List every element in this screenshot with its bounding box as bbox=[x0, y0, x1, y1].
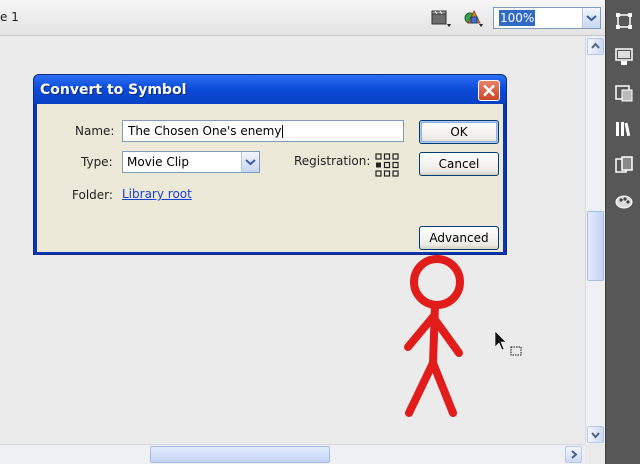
scroll-up-icon[interactable] bbox=[587, 38, 604, 55]
horizontal-scroll-thumb[interactable] bbox=[150, 446, 330, 463]
advanced-button[interactable]: Advanced bbox=[419, 226, 499, 250]
type-label: Type: bbox=[81, 155, 113, 169]
scrollbar-corner bbox=[585, 444, 605, 464]
registration-label: Registration: bbox=[294, 154, 371, 168]
edit-scene-icon[interactable] bbox=[430, 7, 452, 29]
panel-dock bbox=[605, 0, 640, 464]
cancel-button[interactable]: Cancel bbox=[419, 152, 499, 176]
scroll-down-icon[interactable] bbox=[587, 426, 604, 443]
align-icon[interactable] bbox=[613, 46, 635, 68]
swatches-icon[interactable] bbox=[613, 154, 635, 176]
ok-button[interactable]: OK bbox=[419, 120, 499, 144]
chevron-down-icon[interactable] bbox=[582, 8, 600, 28]
convert-to-symbol-dialog: Convert to Symbol Name: The Chosen One's… bbox=[33, 74, 507, 255]
zoom-select[interactable]: 100% bbox=[493, 7, 601, 29]
scroll-right-icon[interactable] bbox=[565, 446, 582, 463]
name-label: Name: bbox=[75, 124, 115, 138]
name-field-value: The Chosen One's enemy bbox=[128, 124, 282, 138]
edit-bar: e 1 100% bbox=[0, 0, 605, 36]
dialog-body: Name: The Chosen One's enemy Type: Movie… bbox=[37, 104, 503, 252]
registration-grid[interactable] bbox=[375, 153, 399, 177]
zoom-value: 100% bbox=[499, 10, 536, 26]
arrow-cursor-icon bbox=[494, 330, 522, 356]
type-select[interactable]: Movie Clip bbox=[122, 151, 260, 173]
scene-label[interactable]: e 1 bbox=[0, 10, 19, 24]
name-field[interactable]: The Chosen One's enemy bbox=[122, 120, 404, 142]
vertical-scroll-thumb[interactable] bbox=[587, 211, 604, 281]
transform-icon[interactable] bbox=[613, 10, 635, 32]
library-icon[interactable] bbox=[613, 118, 635, 140]
library-root-link[interactable]: Library root bbox=[122, 187, 192, 201]
dialog-title: Convert to Symbol bbox=[40, 82, 187, 98]
edit-symbols-icon[interactable] bbox=[462, 7, 484, 29]
text-caret bbox=[282, 125, 284, 138]
dialog-title-bar[interactable]: Convert to Symbol bbox=[34, 75, 506, 104]
folder-label: Folder: bbox=[72, 188, 113, 202]
stick-figure[interactable] bbox=[395, 255, 475, 425]
horizontal-scrollbar[interactable] bbox=[0, 444, 585, 464]
close-icon[interactable] bbox=[478, 80, 500, 101]
type-select-value: Movie Clip bbox=[127, 155, 189, 169]
flash-workspace: e 1 100% Convert to Symbol Name: The Cho… bbox=[0, 0, 640, 464]
info-icon[interactable] bbox=[613, 82, 635, 104]
color-icon[interactable] bbox=[613, 190, 635, 212]
vertical-scrollbar[interactable] bbox=[585, 37, 605, 444]
chevron-down-icon[interactable] bbox=[241, 152, 259, 172]
